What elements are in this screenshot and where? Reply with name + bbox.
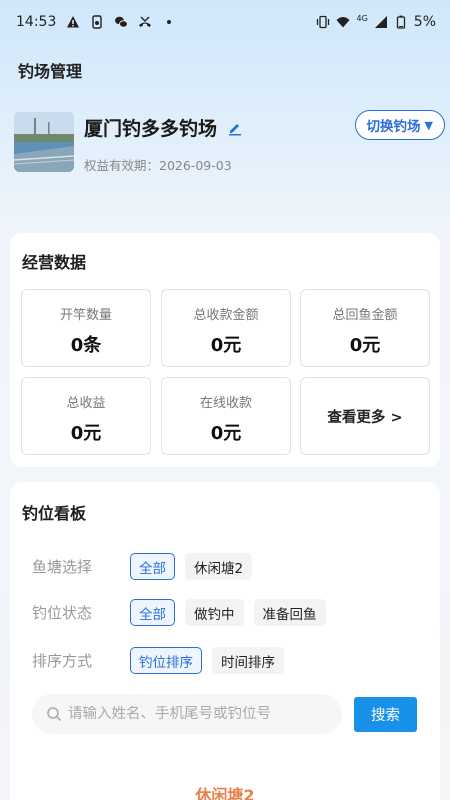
page-title: 钓场管理 bbox=[18, 62, 83, 81]
chip-status-ready-return[interactable]: 准备回鱼 bbox=[253, 599, 326, 626]
business-data-title: 经营数据 bbox=[22, 253, 87, 272]
switch-venue-button[interactable]: 切换钓场 ▼ bbox=[354, 110, 445, 140]
missed-call-icon bbox=[138, 15, 152, 29]
stat-label: 在线收款 bbox=[199, 396, 252, 411]
stat-label: 总收益 bbox=[66, 396, 106, 411]
search-button[interactable]: 搜索 bbox=[354, 697, 417, 732]
stat-value: 0元 bbox=[210, 423, 242, 444]
search-icon bbox=[46, 706, 62, 722]
stat-total-received[interactable]: 总收款金额 0元 bbox=[161, 289, 291, 367]
stat-value: 0元 bbox=[349, 335, 381, 356]
alert-icon bbox=[66, 15, 80, 29]
stat-label: 总收款金额 bbox=[193, 308, 259, 323]
venue-photo bbox=[14, 112, 74, 172]
venue-expiry: 权益有效期：2026-09-03 bbox=[84, 158, 232, 173]
status-filter-row: 钓位状态 全部 做钓中 准备回鱼 bbox=[32, 599, 336, 626]
wechat-icon bbox=[114, 15, 129, 29]
chip-pond-leisure-2[interactable]: 休闲塘2 bbox=[185, 553, 253, 580]
stat-total-fish-return[interactable]: 总回鱼金额 0元 bbox=[300, 289, 430, 367]
dot-icon bbox=[162, 15, 176, 29]
network-type: 4G bbox=[356, 13, 368, 23]
battery-level: 5% bbox=[413, 14, 436, 30]
stat-label: 开竿数量 bbox=[59, 308, 112, 323]
battery-icon bbox=[394, 15, 408, 29]
search-input[interactable] bbox=[68, 706, 328, 722]
view-more-button[interactable]: 查看更多 > bbox=[300, 377, 430, 455]
pond-filter-row: 鱼塘选择 全部 休闲塘2 bbox=[32, 553, 262, 580]
switch-venue-label: 切换钓场 bbox=[366, 119, 421, 135]
filter-label: 鱼塘选择 bbox=[32, 558, 93, 576]
spot-board-card: 钓位看板 鱼塘选择 全部 休闲塘2 钓位状态 全部 做钓中 准备回鱼 排序方式 … bbox=[10, 482, 440, 800]
caret-down-icon: ▼ bbox=[424, 118, 433, 132]
spot-board-title: 钓位看板 bbox=[22, 504, 87, 523]
filter-label: 钓位状态 bbox=[32, 604, 93, 622]
edit-icon[interactable] bbox=[227, 120, 243, 136]
venue-header: 厦门钓多多钓场 权益有效期：2026-09-03 切换钓场 ▼ bbox=[0, 96, 450, 186]
pond-section-heading: 休闲塘2 bbox=[195, 786, 255, 800]
chip-status-fishing[interactable]: 做钓中 bbox=[185, 599, 244, 626]
filter-label: 排序方式 bbox=[32, 652, 93, 670]
status-bar: 14:53 4G 5% bbox=[0, 0, 450, 44]
view-more-label: 查看更多 > bbox=[327, 409, 403, 426]
sim-icon bbox=[90, 15, 104, 29]
stat-total-profit[interactable]: 总收益 0元 bbox=[21, 377, 151, 455]
sort-filter-row: 排序方式 钓位排序 时间排序 bbox=[32, 647, 294, 674]
venue-name: 厦门钓多多钓场 bbox=[84, 118, 218, 140]
stat-value: 0元 bbox=[70, 423, 102, 444]
wifi-icon bbox=[336, 15, 350, 29]
stat-online-payment[interactable]: 在线收款 0元 bbox=[161, 377, 291, 455]
chip-sort-time[interactable]: 时间排序 bbox=[212, 647, 284, 674]
stat-value: 0条 bbox=[70, 335, 102, 356]
vibrate-icon bbox=[316, 15, 330, 29]
signal-icon bbox=[374, 15, 388, 29]
business-data-card: 经营数据 开竿数量 0条 总收款金额 0元 总回鱼金额 0元 总收益 0元 在线… bbox=[10, 233, 440, 467]
search-box bbox=[32, 694, 342, 734]
stat-value: 0元 bbox=[210, 335, 242, 356]
app-header: 钓场管理 bbox=[0, 44, 450, 96]
stat-label: 总回鱼金额 bbox=[332, 308, 398, 323]
chip-sort-spot[interactable]: 钓位排序 bbox=[130, 647, 202, 674]
stat-rod-count[interactable]: 开竿数量 0条 bbox=[21, 289, 151, 367]
chip-status-all[interactable]: 全部 bbox=[130, 599, 175, 626]
chip-pond-all[interactable]: 全部 bbox=[130, 553, 175, 580]
status-time: 14:53 bbox=[16, 14, 57, 30]
